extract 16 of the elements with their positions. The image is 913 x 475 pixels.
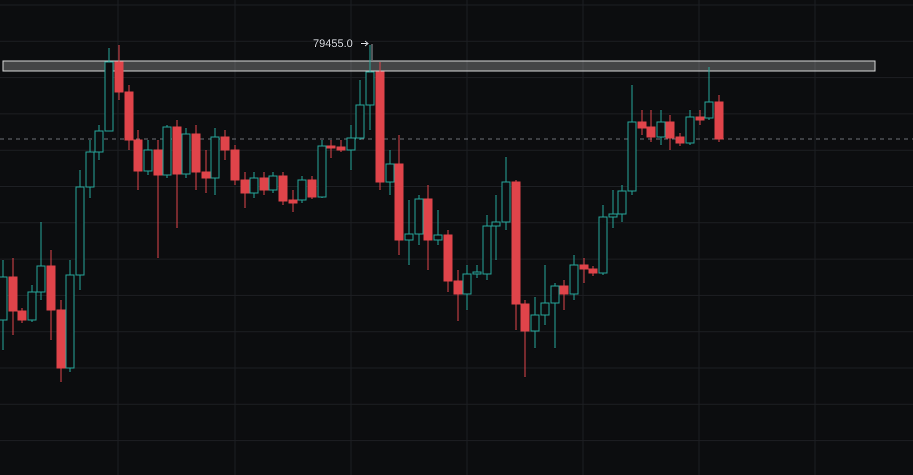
candlestick	[260, 172, 268, 196]
candlestick	[454, 270, 462, 322]
candlestick	[646, 110, 656, 142]
candlestick	[124, 84, 134, 150]
candlestick	[230, 144, 240, 186]
arrow-icon	[360, 40, 369, 46]
candlestick	[656, 110, 666, 146]
candlestick	[240, 172, 250, 208]
candlestick	[356, 80, 364, 140]
candlestick	[714, 94, 724, 142]
candlestick	[540, 264, 550, 326]
candlestick	[492, 194, 500, 260]
price-zone[interactable]	[2, 60, 876, 72]
price-label: 79455.0	[313, 38, 353, 50]
candlestick	[250, 172, 258, 198]
candlestick	[298, 176, 306, 204]
